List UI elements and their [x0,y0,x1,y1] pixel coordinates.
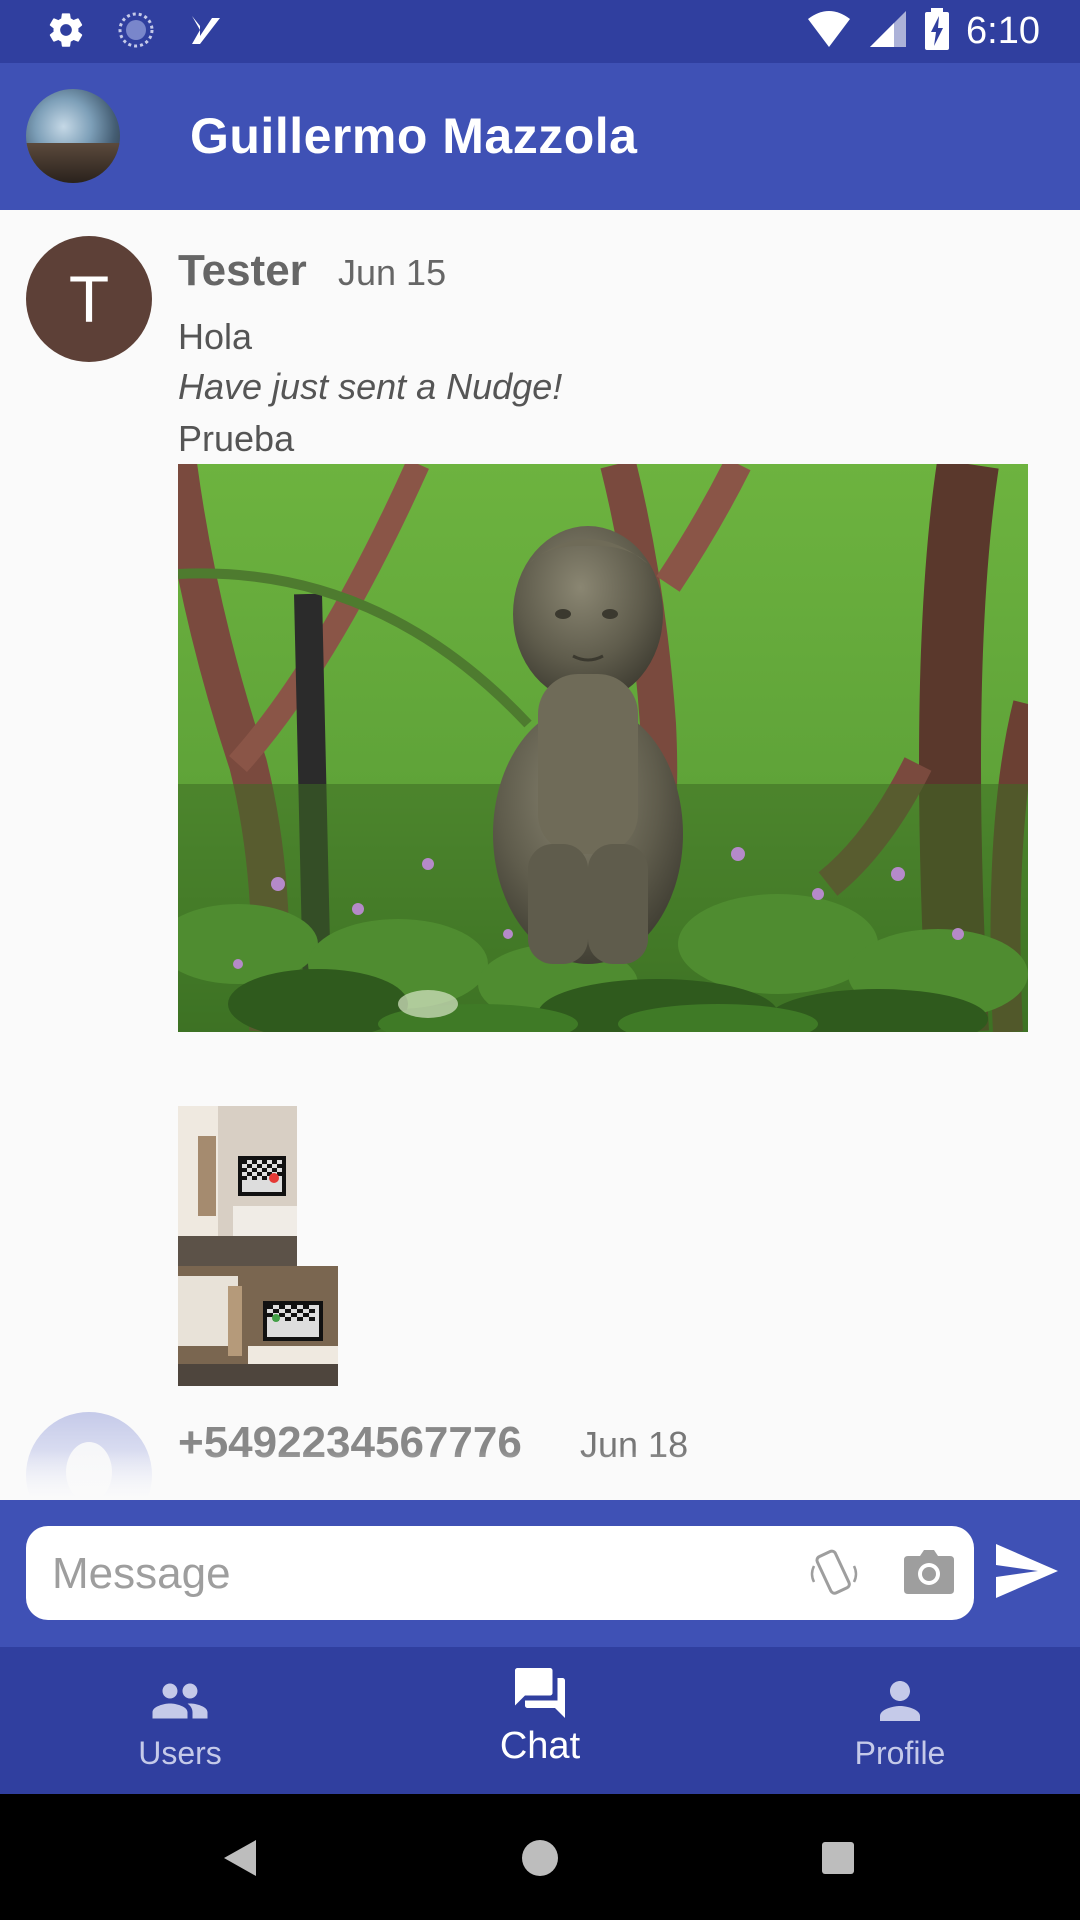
back-icon[interactable] [222,1838,258,1883]
system-navigation-bar [0,1794,1080,1920]
home-icon[interactable] [520,1838,560,1883]
message-text: Hola [178,316,253,357]
nav-users[interactable]: Users [0,1647,360,1794]
chat-message-list[interactable]: T Tester Jun 15 Hola Have just sent a Nu… [0,210,1080,1500]
message-input[interactable] [50,1526,794,1622]
users-icon [0,1671,360,1731]
status-left-icons [46,10,226,55]
app-bar: Guillermo Mazzola [0,63,1080,210]
room-tv-photo-portrait[interactable] [178,1106,297,1266]
page-title: Guillermo Mazzola [190,108,638,164]
status-bar: 6:10 [0,0,1080,63]
scroll-fade [0,1450,1080,1500]
gear-icon [46,10,86,55]
nudge-vibrate-icon[interactable] [806,1548,862,1605]
sender-avatar[interactable]: T [26,236,152,362]
message-text: Prueba [178,418,295,459]
garden-statue-photo[interactable] [178,464,1028,1032]
sync-icon [116,10,156,55]
nav-profile-label: Profile [854,1735,946,1771]
bottom-navigation: Users Chat Profile [0,1647,1080,1794]
room-tv-photo-landscape[interactable] [178,1266,338,1386]
message-date: Jun 15 [338,252,447,293]
message-composer [0,1500,1080,1647]
check-task-icon [186,10,226,55]
recents-icon[interactable] [820,1840,856,1881]
header-avatar[interactable] [26,89,120,183]
nav-chat-label: Chat [499,1725,581,1767]
status-right-icons: 6:10 [806,8,1040,55]
profile-icon [720,1671,1080,1731]
send-button[interactable] [996,1544,1058,1603]
message-input-container [26,1526,974,1622]
camera-icon[interactable] [904,1550,954,1599]
nav-chat[interactable]: Chat [360,1647,720,1794]
wifi-icon [806,9,852,54]
chat-icon [360,1663,720,1723]
battery-charging-icon [924,8,950,55]
sender-name: Tester [178,246,307,295]
nudge-message-text: Have just sent a Nudge! [178,366,563,407]
nav-profile[interactable]: Profile [720,1647,1080,1794]
status-time: 6:10 [966,10,1040,52]
signal-icon [868,9,908,54]
nav-users-label: Users [138,1735,222,1771]
